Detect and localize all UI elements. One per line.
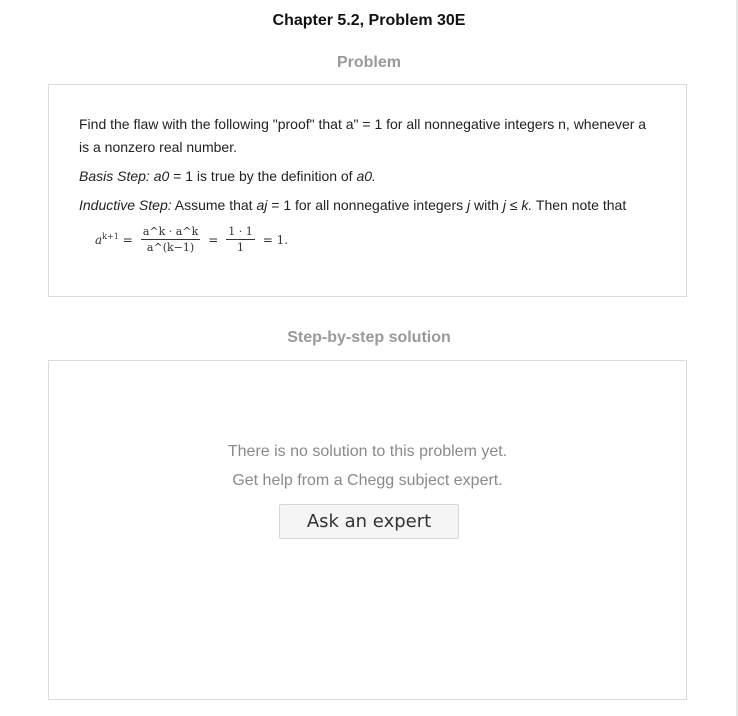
- inductive-step: Inductive Step: Assume that aj = 1 for a…: [79, 194, 656, 217]
- formula-frac2-den: 1: [237, 241, 245, 254]
- no-solution-line-2: Get help from a Chegg subject expert.: [232, 472, 503, 489]
- formula-frac1-den: a^(k−1): [146, 241, 195, 254]
- formula-frac1-num: a^k · a^k: [140, 225, 201, 240]
- inductive-formula: ak+1 = a^k · a^k a^(k−1) = 1 · 1 1 = 1.: [95, 225, 656, 254]
- problem-statement: Find the flaw with the following "proof"…: [79, 116, 647, 155]
- no-solution-line-1: There is no solution to this problem yet…: [227, 443, 508, 460]
- ask-expert-button[interactable]: Ask an expert: [279, 504, 459, 539]
- solution-heading: Step-by-step solution: [287, 329, 451, 346]
- formula-eq-2: =: [208, 232, 219, 247]
- formula-frac2-num: 1 · 1: [226, 225, 255, 240]
- inductive-text-4: Then note that: [532, 197, 627, 213]
- formula-lhs: ak+1: [95, 232, 119, 247]
- basis-a0: a0: [153, 168, 170, 184]
- solution-card: There is no solution to this problem yet…: [48, 360, 687, 700]
- page-title: Chapter 5.2, Problem 30E: [272, 12, 466, 29]
- problem-heading: Problem: [336, 54, 401, 71]
- basis-a0-end: a0.: [356, 168, 376, 184]
- basis-text: = 1 is true by the definition of: [169, 168, 357, 184]
- basis-step: Basis Step: a0 = 1 is true by the defini…: [79, 165, 656, 188]
- inductive-condition: j ≤ k.: [502, 197, 533, 213]
- problem-card: Find the flaw with the following "proof"…: [48, 84, 687, 297]
- formula-fraction-1: a^k · a^k a^(k−1): [140, 225, 201, 254]
- inductive-text-3: with: [470, 197, 503, 213]
- formula-eq-1: =: [122, 232, 133, 247]
- formula-fraction-2: 1 · 1 1: [226, 225, 255, 254]
- basis-step-label: Basis Step:: [79, 168, 150, 184]
- no-solution-message: There is no solution to this problem yet…: [49, 437, 686, 495]
- inductive-text-1: Assume that: [171, 197, 257, 213]
- formula-result: = 1.: [262, 232, 289, 247]
- inductive-aj: aj: [256, 197, 268, 213]
- formula-lhs-exp: k+1: [102, 232, 119, 241]
- inductive-text-2: = 1 for all nonnegative integers: [267, 197, 467, 213]
- inductive-step-label: Inductive Step:: [79, 197, 172, 213]
